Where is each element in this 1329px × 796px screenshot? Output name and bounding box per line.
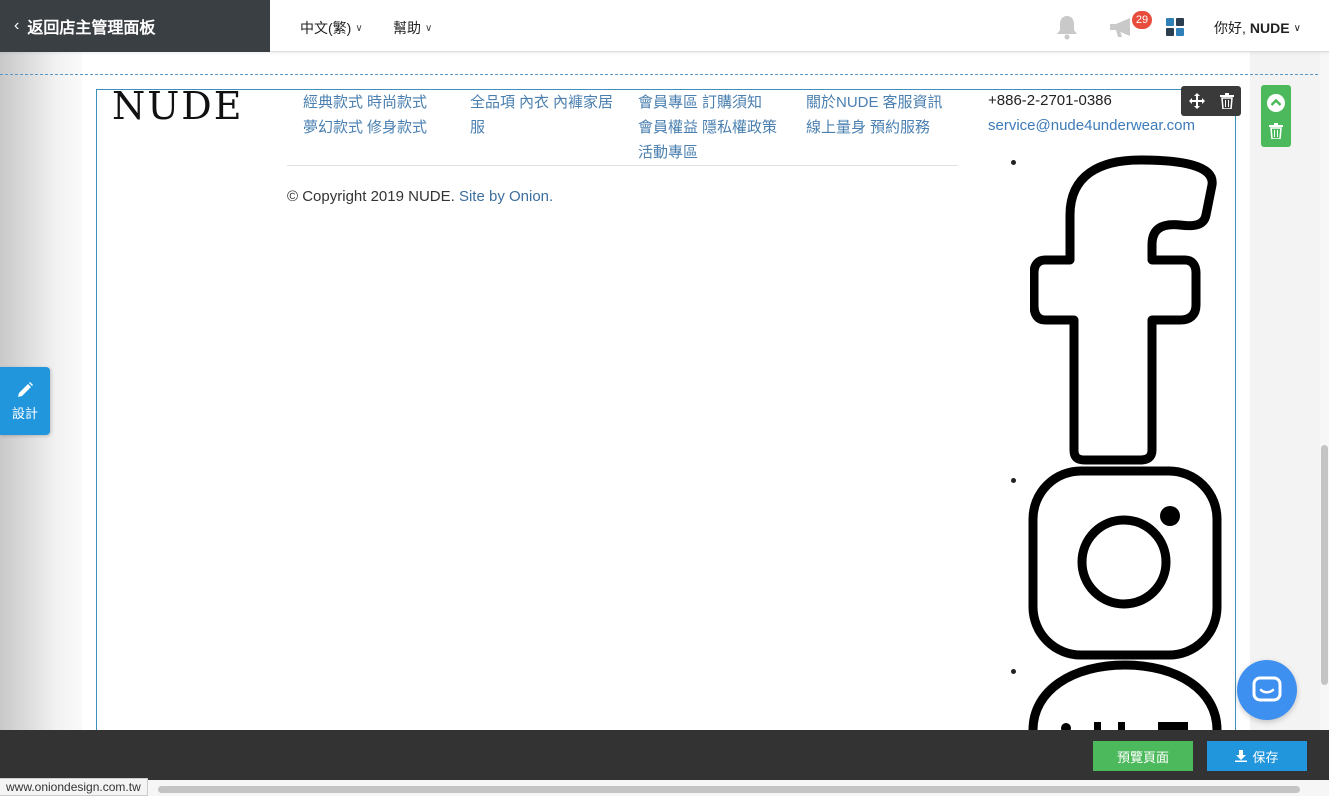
chevron-left-icon: ‹ xyxy=(14,17,20,34)
download-icon xyxy=(1235,750,1248,762)
contact-email-link[interactable]: service@nude4underwear.com xyxy=(988,117,1195,134)
instagram-icon[interactable] xyxy=(1028,466,1222,660)
status-url: www.oniondesign.com.tw xyxy=(0,778,148,796)
back-to-dashboard-button[interactable]: ‹ 返回店主管理面板 xyxy=(0,0,270,52)
footer-link[interactable]: 隱私權政策 xyxy=(702,119,777,136)
design-panel-button[interactable]: 設計 xyxy=(0,367,50,435)
footer-link[interactable]: 線上量身 xyxy=(806,119,866,136)
brand-logo[interactable]: NUDE xyxy=(112,84,243,128)
element-toolbar xyxy=(1181,86,1241,116)
list-bullet xyxy=(1011,478,1016,483)
line-icon[interactable] xyxy=(1028,660,1222,730)
user-menu[interactable]: 你好, NUDE ∨ xyxy=(1214,18,1301,38)
horizontal-scrollbar[interactable] xyxy=(158,786,1300,793)
help-label: 幫助 xyxy=(393,20,421,36)
facebook-icon[interactable] xyxy=(1030,155,1220,465)
bell-icon[interactable] xyxy=(1054,14,1080,40)
language-menu[interactable]: 中文(繁) ∨ xyxy=(300,18,363,38)
footer-link[interactable]: 修身款式 xyxy=(367,119,427,136)
username: NUDE xyxy=(1249,20,1290,36)
trash-icon[interactable] xyxy=(1269,122,1283,139)
footer-link[interactable]: 關於NUDE xyxy=(806,94,879,111)
vertical-scrollbar[interactable] xyxy=(1320,52,1329,730)
list-bullet xyxy=(1011,160,1016,165)
move-icon[interactable] xyxy=(1188,93,1205,109)
contact-phone: +886-2-2701-0386 xyxy=(988,92,1112,109)
footer-link[interactable]: 時尚款式 xyxy=(367,94,427,111)
chevron-down-icon: ∨ xyxy=(425,22,433,34)
footer-link[interactable]: 會員權益 xyxy=(638,119,698,136)
footer-link-column-1: 經典款式 時尚款式 夢幻款式 修身款式 xyxy=(303,90,453,140)
footer-link-column-2: 全品項 內衣 內褲家居服 xyxy=(470,90,620,140)
section-guide-line xyxy=(0,74,1318,75)
footer-link[interactable]: 全品項 xyxy=(470,94,515,111)
footer-link-column-4: 關於NUDE 客服資訊線上量身 預約服務 xyxy=(806,90,956,140)
footer-link-column-3: 會員專區 訂購須知 會員權益 隱私權政策活動專區 xyxy=(638,90,788,165)
apps-grid-icon[interactable] xyxy=(1166,18,1184,36)
notification-badge: 29 xyxy=(1132,11,1152,29)
footer-divider xyxy=(287,165,958,166)
move-up-icon[interactable] xyxy=(1267,93,1285,112)
chevron-down-icon: ∨ xyxy=(1293,22,1301,34)
list-bullet xyxy=(1011,669,1016,674)
pencil-icon xyxy=(18,381,33,397)
footer-link[interactable]: 內衣 xyxy=(519,94,549,111)
footer-link[interactable]: 訂購須知 xyxy=(702,94,762,111)
footer-link[interactable]: 經典款式 xyxy=(303,94,363,111)
footer-link[interactable]: 活動專區 xyxy=(638,144,698,161)
save-label: 保存 xyxy=(1252,749,1279,765)
chat-button[interactable] xyxy=(1237,660,1297,720)
site-by-link[interactable]: Site by Onion. xyxy=(459,188,553,205)
help-menu[interactable]: 幫助 ∨ xyxy=(393,18,432,38)
footer-link[interactable]: 客服資訊 xyxy=(883,94,943,111)
footer-link[interactable]: 會員專區 xyxy=(638,94,698,111)
section-toolbar xyxy=(1261,85,1291,147)
copyright-text: © Copyright 2019 NUDE. Site by Onion. xyxy=(287,188,553,205)
chevron-down-icon: ∨ xyxy=(355,22,363,34)
greeting: 你好, xyxy=(1214,20,1246,36)
top-bar: ‹ 返回店主管理面板 中文(繁) ∨ 幫助 ∨ 29 你好, NUDE ∨ xyxy=(0,0,1329,52)
canvas-right-margin xyxy=(1250,52,1320,730)
save-button[interactable]: 保存 xyxy=(1207,741,1307,771)
scrollbar-thumb[interactable] xyxy=(1321,445,1328,685)
preview-page-button[interactable]: 預覽頁面 xyxy=(1093,741,1193,771)
language-label: 中文(繁) xyxy=(300,20,352,36)
design-label: 設計 xyxy=(11,405,38,421)
footer-link[interactable]: 預約服務 xyxy=(870,119,930,136)
footer-link[interactable]: 夢幻款式 xyxy=(303,119,363,136)
trash-icon[interactable] xyxy=(1219,93,1234,109)
copyright-label: © Copyright 2019 NUDE. xyxy=(287,188,455,205)
chat-icon xyxy=(1252,676,1282,702)
back-label: 返回店主管理面板 xyxy=(27,20,156,37)
